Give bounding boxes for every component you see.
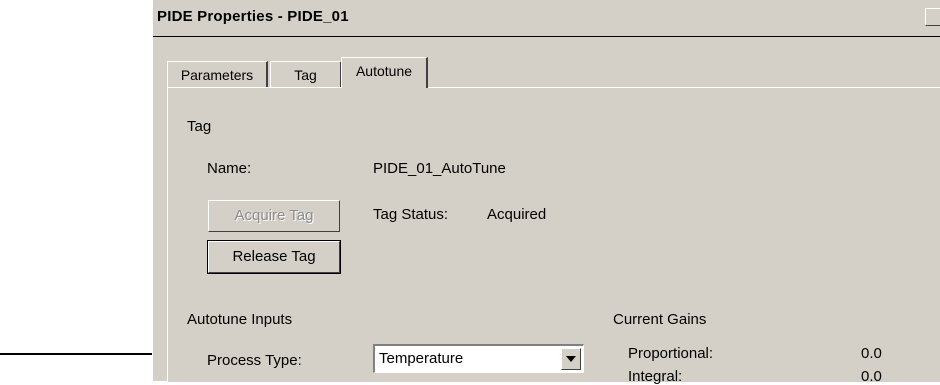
tag-section-heading: Tag: [187, 118, 212, 135]
tab-label: Parameters: [180, 67, 254, 83]
integral-value: 0.0: [861, 368, 882, 385]
window-title: PIDE Properties - PIDE_01: [157, 8, 349, 25]
tab-tag[interactable]: Tag: [270, 61, 342, 88]
acquire-tag-button[interactable]: Acquire Tag: [208, 200, 340, 232]
name-label: Name:: [207, 160, 252, 177]
tag-status-label: Tag Status:: [373, 206, 449, 223]
dropdown-button[interactable]: [561, 348, 581, 370]
callout-arrow-line: [0, 353, 162, 355]
integral-label: Integral:: [628, 368, 683, 385]
tab-parameters[interactable]: Parameters: [167, 61, 268, 88]
window-button[interactable]: [925, 8, 940, 26]
proportional-value: 0.0: [861, 345, 882, 362]
title-bar: PIDE Properties - PIDE_01: [153, 0, 940, 37]
process-type-value: Temperature: [379, 350, 464, 367]
tag-name-value: PIDE_01_AutoTune: [373, 160, 506, 177]
properties-window: PIDE Properties - PIDE_01 Parameters Tag…: [152, 0, 940, 385]
autotune-panel: Tag Name: PIDE_01_AutoTune Acquire Tag T…: [167, 87, 940, 385]
proportional-label: Proportional:: [628, 345, 714, 362]
process-type-select[interactable]: Temperature: [373, 344, 584, 373]
release-tag-button[interactable]: Release Tag: [207, 240, 341, 274]
tab-label: Autotune: [355, 63, 413, 79]
current-gains-heading: Current Gains: [613, 311, 707, 328]
tag-status-value: Acquired: [487, 206, 547, 223]
autotune-inputs-heading: Autotune Inputs: [187, 311, 293, 328]
chevron-down-icon: [566, 356, 576, 362]
process-type-label: Process Type:: [207, 352, 302, 369]
tab-autotune[interactable]: Autotune: [341, 57, 428, 88]
tab-label: Tag: [294, 67, 317, 83]
